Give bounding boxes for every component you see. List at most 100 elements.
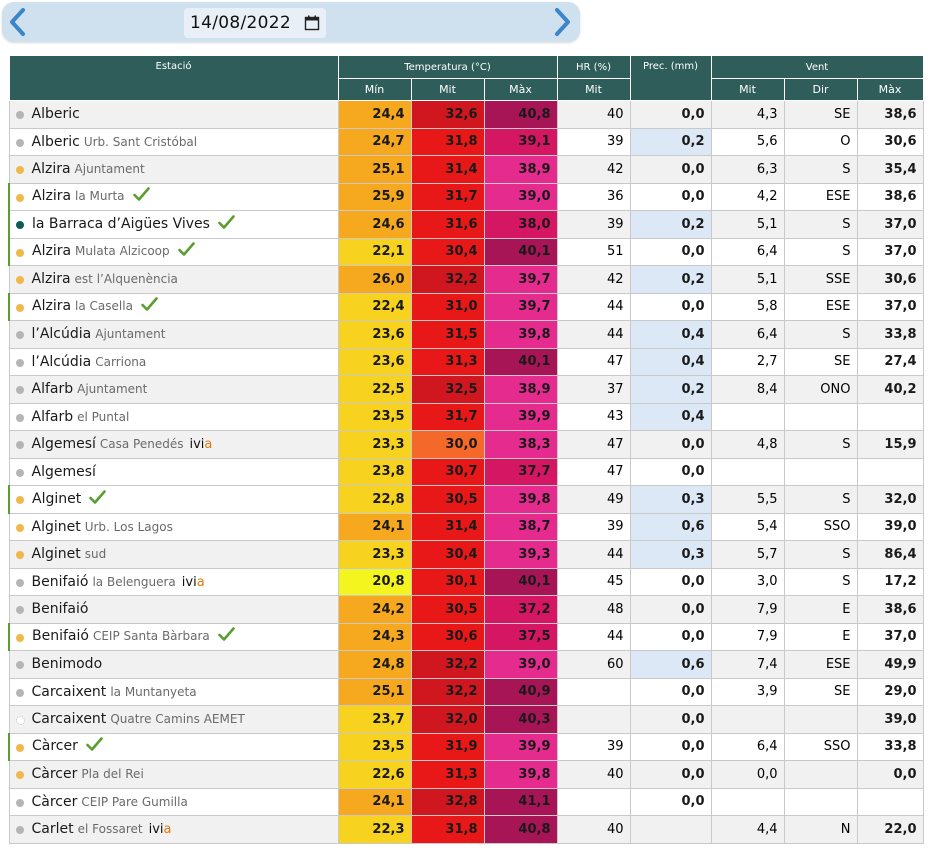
header-vent-max[interactable]: Màx bbox=[856, 78, 924, 101]
station-name[interactable]: Benifaió bbox=[32, 574, 89, 590]
station-name[interactable]: Alzira bbox=[32, 243, 71, 259]
table-row[interactable]: Alzira Mulata Alzicoop 22,1 30,4 40,1 51 0,0 6,… bbox=[8, 237, 924, 266]
station-name[interactable]: Algemesí bbox=[32, 436, 96, 452]
station-cell[interactable]: Alfarb el Puntal bbox=[8, 402, 339, 431]
station-cell[interactable]: Algemesí bbox=[8, 457, 339, 486]
table-row[interactable]: Alfarb el Puntal 23,5 31,7 39,9 43 0,4 bbox=[8, 402, 924, 431]
station-cell[interactable]: Benifaió CEIP Santa Bàrbara bbox=[8, 622, 339, 651]
station-name[interactable]: Càrcer bbox=[32, 738, 78, 754]
station-cell[interactable]: Benifaió bbox=[8, 595, 339, 624]
station-name[interactable]: Alzira bbox=[32, 271, 71, 287]
station-cell[interactable]: Càrcer CEIP Pare Gumilla bbox=[8, 787, 339, 816]
table-row[interactable]: Carcaixent Quatre Camins AEMET 23,7 32,0 40,… bbox=[8, 705, 924, 734]
station-cell[interactable]: Carcaixent la Muntanyeta bbox=[8, 677, 339, 706]
station-name[interactable]: Carlet bbox=[32, 821, 74, 837]
table-row[interactable]: Alzira la Murta 25,9 31,7 39,0 36 0,0 4,2 ESE 38,… bbox=[8, 182, 924, 211]
table-row[interactable]: Càrcer 23,5 31,9 39,9 39 0,0 6,4 SSO 33,8 bbox=[8, 732, 924, 761]
station-name[interactable]: Càrcer bbox=[32, 794, 78, 810]
station-cell[interactable]: Alberic Urb. Sant Cristóbal bbox=[8, 127, 339, 156]
station-name[interactable]: Alginet bbox=[32, 546, 81, 562]
table-row[interactable]: Algemesí 23,8 30,7 37,7 47 0,0 bbox=[8, 457, 924, 486]
station-name[interactable]: l’Alcúdia bbox=[32, 354, 92, 370]
header-estacio[interactable]: Estació bbox=[8, 55, 339, 101]
table-row[interactable]: Càrcer Pla del Rei 22,6 31,3 39,8 40 0,0 0,0 0,0 bbox=[8, 760, 924, 789]
station-subname: la Muntanyeta bbox=[110, 684, 197, 699]
date-input[interactable]: 14/08/2022 bbox=[184, 8, 326, 38]
station-cell[interactable]: Carcaixent Quatre Camins AEMET bbox=[8, 705, 339, 734]
station-name[interactable]: Carcaixent bbox=[32, 684, 107, 700]
station-cell[interactable]: Algemesí Casa Penedés ivia bbox=[8, 430, 339, 459]
station-name[interactable]: Alzira bbox=[32, 298, 71, 314]
table-row[interactable]: Algemesí Casa Penedés ivia 23,3 30,0 38,3 47 0,… bbox=[8, 430, 924, 459]
station-name[interactable]: Alzira bbox=[32, 188, 71, 204]
header-temp-min[interactable]: Mín bbox=[337, 78, 412, 101]
station-cell[interactable]: Alginet Urb. Los Lagos bbox=[8, 512, 339, 541]
table-row[interactable]: Alginet sud 23,3 30,4 39,3 44 0,3 5,7 S 86,4 bbox=[8, 540, 924, 569]
table-row[interactable]: Benimodo 24,8 32,2 39,0 60 0,6 7,4 ESE 49,9 bbox=[8, 650, 924, 679]
header-vent-dir[interactable]: Dir bbox=[783, 78, 858, 101]
table-row[interactable]: Alzira la Casella 22,4 31,0 39,7 44 0,0 5,8 ESE 3… bbox=[8, 292, 924, 321]
header-temp-mit[interactable]: Mit bbox=[410, 78, 485, 101]
station-cell[interactable]: Alginet bbox=[8, 485, 339, 514]
calendar-icon[interactable] bbox=[304, 15, 320, 31]
station-name[interactable]: Algemesí bbox=[32, 464, 96, 480]
wind-max-cell: 27,4 bbox=[856, 347, 924, 376]
station-name[interactable]: Alfarb bbox=[32, 409, 74, 425]
station-cell[interactable]: Benifaió la Belenguera ivia bbox=[8, 567, 339, 596]
station-name[interactable]: Alginet bbox=[32, 519, 81, 535]
header-prec[interactable]: Prec. (mm) bbox=[629, 55, 712, 101]
station-cell[interactable]: Alfarb Ajuntament bbox=[8, 375, 339, 404]
table-row[interactable]: Carlet el Fossaret ivia 22,3 31,8 40,8 40 4,4 N 2… bbox=[8, 815, 924, 844]
station-subname: Casa Penedés bbox=[99, 437, 184, 452]
table-row[interactable]: Benifaió 24,2 30,5 37,2 48 0,0 7,9 E 38,6 bbox=[8, 595, 924, 624]
station-name[interactable]: Benifaió bbox=[32, 628, 89, 644]
station-name[interactable]: Alberic bbox=[32, 106, 80, 122]
station-name[interactable]: Alberic bbox=[32, 134, 80, 150]
table-row[interactable]: Alzira est l’Alquenència 26,0 32,2 39,7 42 0,2… bbox=[8, 265, 924, 294]
table-row[interactable]: Carcaixent la Muntanyeta 25,1 32,2 40,9 0,0 3,… bbox=[8, 677, 924, 706]
station-cell[interactable]: la Barraca d’Aigües Vives bbox=[8, 210, 339, 239]
station-name[interactable]: la Barraca d’Aigües Vives bbox=[32, 216, 210, 232]
station-cell[interactable]: Càrcer Pla del Rei bbox=[8, 760, 339, 789]
station-name[interactable]: Alginet bbox=[32, 491, 81, 507]
station-cell[interactable]: Carlet el Fossaret ivia bbox=[8, 815, 339, 844]
header-temp-max[interactable]: Màx bbox=[483, 78, 558, 101]
table-row[interactable]: l’Alcúdia Carriona 23,6 31,3 40,1 47 0,4 2,7 SE 2… bbox=[8, 347, 924, 376]
table-row[interactable]: la Barraca d’Aigües Vives 24,6 31,6 38,0 39 0… bbox=[8, 210, 924, 239]
station-cell[interactable]: Alzira est l’Alquenència bbox=[8, 265, 339, 294]
station-cell[interactable]: Alzira la Murta bbox=[8, 182, 339, 211]
table-row[interactable]: l’Alcúdia Ajuntament 23,6 31,5 39,8 44 0,4 6,4 S… bbox=[8, 320, 924, 349]
station-name[interactable]: Càrcer bbox=[32, 766, 78, 782]
station-name[interactable]: l’Alcúdia bbox=[32, 326, 92, 342]
table-row[interactable]: Alberic Urb. Sant Cristóbal 24,7 31,8 39,1 39… bbox=[8, 127, 924, 156]
table-row[interactable]: Càrcer CEIP Pare Gumilla 24,1 32,8 41,1 0,0 bbox=[8, 787, 924, 816]
chevron-right-icon[interactable] bbox=[548, 6, 576, 38]
chevron-left-icon[interactable] bbox=[4, 6, 32, 38]
station-name[interactable]: Benimodo bbox=[32, 656, 103, 672]
wind-max-cell: 37,0 bbox=[856, 292, 924, 321]
station-name[interactable]: Alfarb bbox=[32, 381, 74, 397]
station-cell[interactable]: l’Alcúdia Ajuntament bbox=[8, 320, 339, 349]
station-name[interactable]: Alzira bbox=[32, 161, 71, 177]
station-cell[interactable]: Alzira Ajuntament bbox=[8, 155, 339, 184]
station-cell[interactable]: Alzira la Casella bbox=[8, 292, 339, 321]
table-row[interactable]: Alginet Urb. Los Lagos 24,1 31,4 38,7 39 0,6 5,… bbox=[8, 512, 924, 541]
table-row[interactable]: Alzira Ajuntament 25,1 31,4 38,9 42 0,0 6,3 S 35,… bbox=[8, 155, 924, 184]
station-cell[interactable]: Benimodo bbox=[8, 650, 339, 679]
table-row[interactable]: Benifaió la Belenguera ivia 20,8 30,1 40,1 45 0… bbox=[8, 567, 924, 596]
station-cell[interactable]: Alberic bbox=[8, 100, 339, 129]
station-cell[interactable]: Alginet sud bbox=[8, 540, 339, 569]
table-row[interactable]: Alberic 24,4 32,6 40,8 40 0,0 4,3 SE 38,6 bbox=[8, 100, 924, 129]
station-cell[interactable]: l’Alcúdia Carriona bbox=[8, 347, 339, 376]
station-cell[interactable]: Alzira Mulata Alzicoop bbox=[8, 237, 339, 266]
station-subname: Ajuntament bbox=[95, 327, 166, 342]
station-name[interactable]: Benifaió bbox=[32, 601, 89, 617]
station-name[interactable]: Carcaixent bbox=[32, 711, 107, 727]
station-cell[interactable]: Càrcer bbox=[8, 732, 339, 761]
header-vent-mit[interactable]: Mit bbox=[710, 78, 785, 101]
table-row[interactable]: Benifaió CEIP Santa Bàrbara 24,3 30,6 37,5 44… bbox=[8, 622, 924, 651]
header-hr-mit[interactable]: Mit bbox=[556, 78, 631, 101]
table-row[interactable]: Alginet 22,8 30,5 39,8 49 0,3 5,5 S 32,0 bbox=[8, 485, 924, 514]
table-row[interactable]: Alfarb Ajuntament 22,5 32,5 38,9 37 0,2 8,4 ONO 4… bbox=[8, 375, 924, 404]
temp-mit-cell: 31,3 bbox=[410, 347, 485, 376]
